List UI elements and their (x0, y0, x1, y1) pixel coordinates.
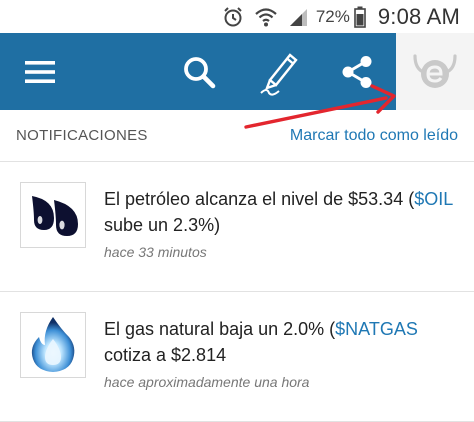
menu-icon (25, 60, 55, 83)
menu-button[interactable] (10, 33, 70, 110)
ticker-link[interactable]: $NATGAS (335, 319, 418, 339)
notification-time: hace aproximadamente una hora (104, 374, 310, 390)
notification-text-end: sube un 2.3%) (104, 215, 221, 235)
gas-flame-icon (31, 317, 75, 372)
compose-button[interactable] (248, 33, 310, 110)
search-icon (184, 56, 216, 88)
mark-all-read-link[interactable]: Marcar todo como leído (290, 127, 458, 145)
share-icon (342, 55, 372, 88)
wifi-icon (254, 6, 278, 28)
app-bar (0, 33, 474, 110)
notification-content: El petróleo alcanza el nivel de $53.34 (… (104, 186, 464, 260)
compose-icon (260, 52, 298, 96)
notification-text-end: cotiza a $2.814 (104, 345, 227, 365)
battery-percent: 72% (315, 6, 350, 26)
profile-logo-icon (413, 53, 457, 88)
notification-text: El gas natural baja un 2.0% ($NATGAS cot… (104, 316, 464, 368)
notification-thumbnail (20, 182, 86, 248)
list-item[interactable]: El gas natural baja un 2.0% ($NATGAS cot… (0, 292, 474, 422)
notification-text-start: El gas natural baja un 2.0% ( (104, 319, 336, 339)
oil-drops-icon (32, 196, 78, 236)
notification-content: El gas natural baja un 2.0% ($NATGAS cot… (104, 316, 464, 390)
signal-icon (288, 7, 308, 27)
notifications-header: NOTIFICACIONES Marcar todo como leído (0, 110, 474, 162)
alarm-icon (222, 6, 244, 28)
battery-icon (354, 6, 366, 28)
list-item[interactable]: El petróleo alcanza el nivel de $53.34 (… (0, 162, 474, 292)
notifications-title: NOTIFICACIONES (16, 127, 148, 144)
notifications-list: El petróleo alcanza el nivel de $53.34 (… (0, 162, 474, 422)
clock-time: 9:08 AM (377, 3, 460, 29)
status-bar: 72% 9:08 AM (0, 0, 474, 33)
search-button[interactable] (168, 33, 230, 110)
ticker-link[interactable]: $OIL (414, 189, 452, 209)
share-button[interactable] (326, 33, 388, 110)
profile-button[interactable] (396, 33, 474, 110)
notification-text: El petróleo alcanza el nivel de $53.34 (… (104, 186, 464, 238)
notification-time: hace 33 minutos (104, 244, 207, 260)
notification-thumbnail (20, 312, 86, 378)
notification-text-start: El petróleo alcanza el nivel de $53.34 ( (104, 189, 415, 209)
